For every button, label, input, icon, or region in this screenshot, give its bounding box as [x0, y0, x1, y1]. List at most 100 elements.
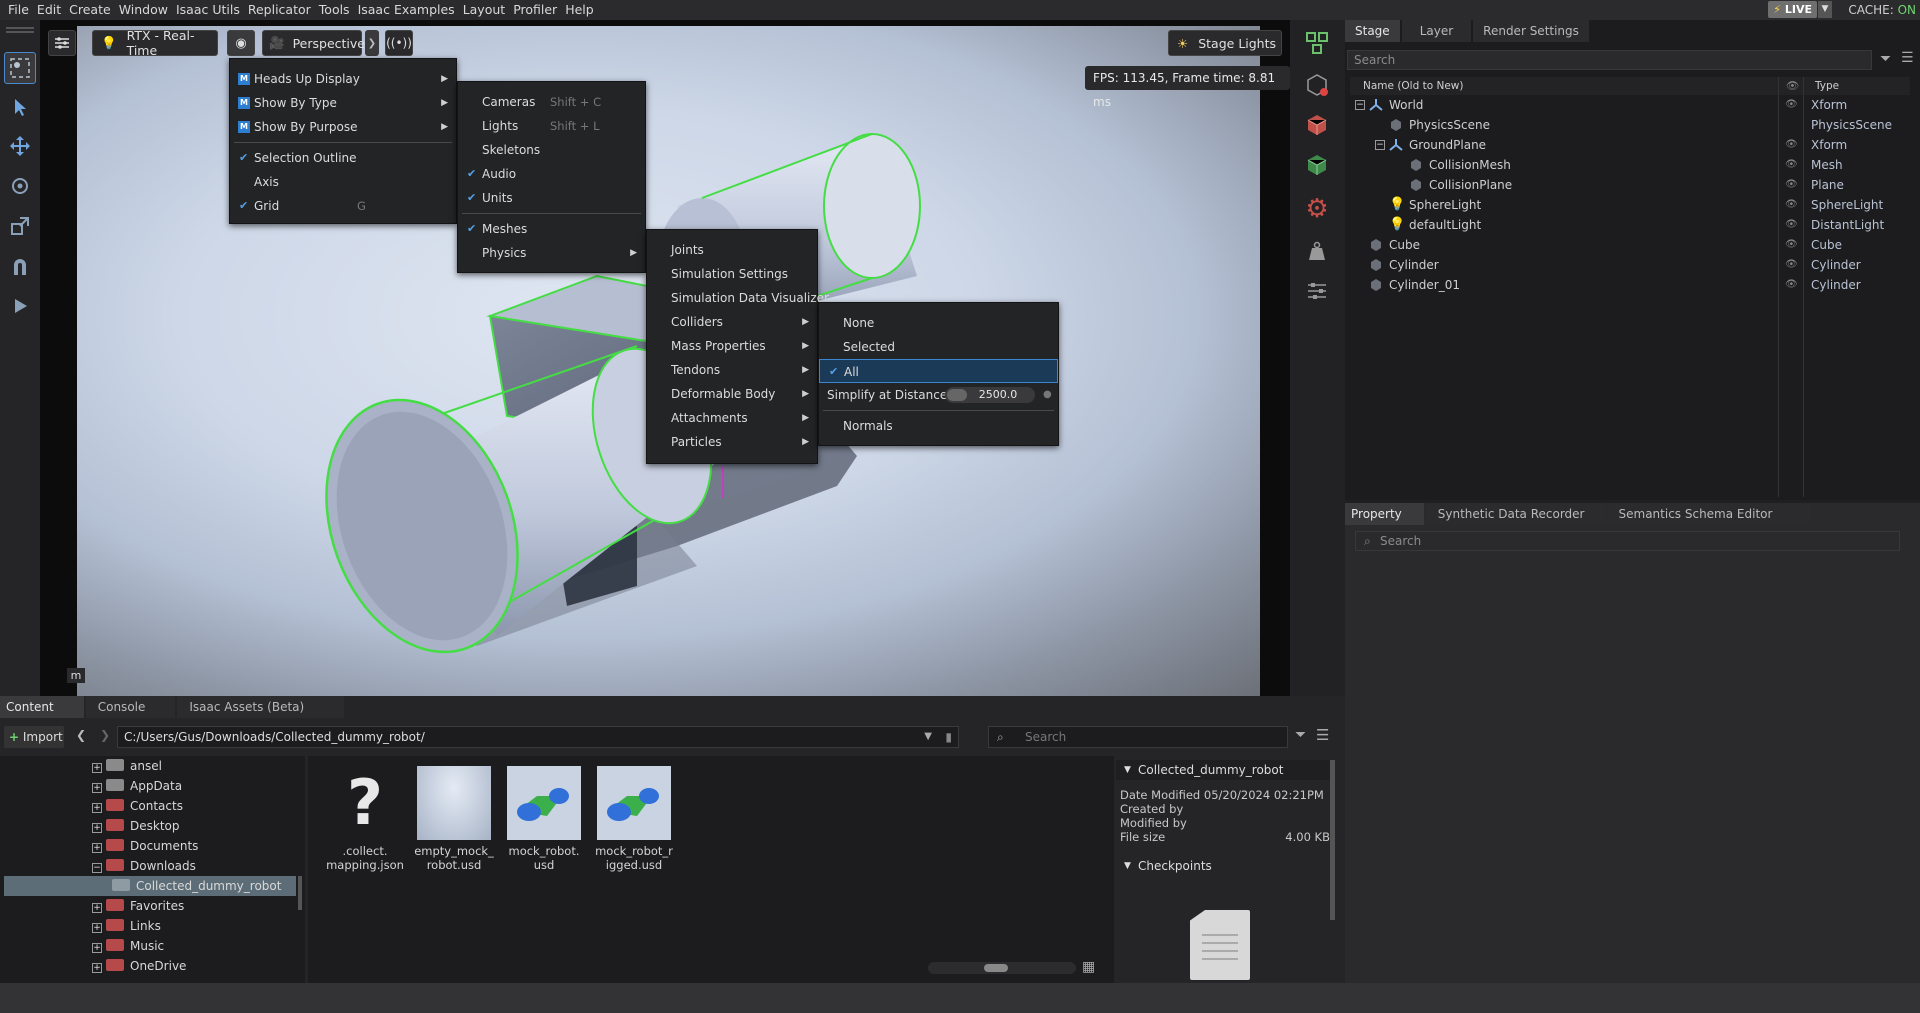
visibility-eye-icon[interactable]: 👁 [1785, 255, 1798, 275]
menu-item-audio[interactable]: ✔ Audio [458, 162, 645, 186]
file-mock-robot[interactable]: mock_robot. usd [504, 766, 584, 872]
bookmark-icon[interactable]: ▮ [945, 727, 952, 747]
expand-icon[interactable]: + [92, 963, 102, 973]
menu-item-physics[interactable]: Physics ▶ [458, 241, 645, 265]
menu-isaac-examples[interactable]: Isaac Examples [354, 0, 459, 20]
menu-tools[interactable]: Tools [315, 0, 354, 20]
file-empty-mock-robot[interactable]: empty_mock_ robot.usd [414, 766, 494, 872]
tab-stage[interactable]: Stage [1345, 20, 1400, 42]
stage-search-input[interactable]: Search [1347, 50, 1872, 70]
stage-row-cylinder-01[interactable]: Cylinder_01 👁 Cylinder [1345, 275, 1920, 295]
stage-row-defaultlight[interactable]: 💡 defaultLight 👁 DistantLight [1345, 215, 1920, 235]
menu-item-meshes[interactable]: ✔ Meshes [458, 217, 645, 241]
stage-lights-button[interactable]: ☀ Stage Lights [1168, 30, 1282, 56]
chevron-down-icon[interactable]: ▼ [1818, 1, 1832, 18]
tab-content[interactable]: Content [0, 696, 84, 718]
menu-create[interactable]: Create [65, 0, 115, 20]
gear-icon[interactable]: ⚙ [1302, 194, 1332, 224]
stage-row-spherelight[interactable]: 💡 SphereLight 👁 SphereLight [1345, 195, 1920, 215]
menu-item-grid[interactable]: ✔ Grid G [230, 194, 456, 218]
expand-arrow-icon[interactable]: ❯ [365, 30, 379, 56]
list-menu-icon[interactable]: ☰ [1316, 726, 1329, 744]
scale-tool-icon[interactable] [4, 210, 36, 242]
tab-layer[interactable]: Layer [1401, 20, 1472, 42]
thumbnail-size-slider[interactable] [928, 962, 1076, 974]
menu-item-skeletons[interactable]: Skeletons [458, 138, 645, 162]
expand-icon[interactable]: + [92, 843, 102, 853]
menu-item-tendons[interactable]: Tendons ▶ [647, 358, 817, 382]
menu-item-none[interactable]: None [819, 311, 1058, 335]
folder-desktop[interactable]: + Desktop [92, 816, 180, 836]
show-menu-button[interactable]: ◉ [227, 30, 255, 56]
path-field[interactable]: C:/Users/Gus/Downloads/Collected_dummy_r… [117, 726, 959, 748]
property-search-input[interactable]: ⌕ Search [1355, 531, 1900, 551]
filter-icon[interactable]: ⏷ [1295, 727, 1306, 743]
renderer-button[interactable]: 💡 RTX - Real-Time [92, 28, 218, 58]
menu-item-lights[interactable]: Lights Shift + L [458, 114, 645, 138]
expand-icon[interactable]: + [92, 763, 102, 773]
live-control[interactable]: ⚡ LIVE ▼ [1768, 1, 1832, 18]
stage-row-physicsscene[interactable]: PhysicsScene PhysicsScene [1345, 115, 1920, 135]
cube-red-icon[interactable] [1302, 110, 1332, 140]
folder-contacts[interactable]: + Contacts [92, 796, 183, 816]
menu-help[interactable]: Help [561, 0, 598, 20]
camera-button[interactable]: 🎥 Perspective [262, 30, 365, 56]
visibility-eye-icon[interactable]: 👁 [1785, 195, 1798, 215]
tab-synthetic-data-recorder[interactable]: Synthetic Data Recorder [1425, 503, 1605, 525]
collapse-icon[interactable]: − [1375, 140, 1385, 150]
menu-item-all[interactable]: ✔ All [819, 359, 1058, 383]
menu-item-selected[interactable]: Selected [819, 335, 1058, 359]
menu-item-deformable-body[interactable]: Deformable Body ▶ [647, 382, 817, 406]
filter-icon[interactable]: ⏷ [1880, 51, 1891, 67]
checkpoints-header[interactable]: ▼ Checkpoints [1116, 856, 1330, 876]
forward-arrow-icon[interactable]: ❯ [100, 728, 110, 742]
expand-icon[interactable]: + [92, 943, 102, 953]
reset-dot-icon[interactable]: ● [1043, 383, 1052, 407]
expand-icon[interactable]: + [92, 823, 102, 833]
stage-row-groundplane[interactable]: − GroundPlane 👁 Xform [1345, 135, 1920, 155]
chevron-down-icon[interactable]: ▼ [924, 727, 932, 747]
file-mock-robot-rigged[interactable]: mock_robot_r igged.usd [594, 766, 674, 872]
stage-row-collisionplane[interactable]: CollisionPlane 👁 Plane [1345, 175, 1920, 195]
stage-row-world[interactable]: − World 👁 Xform [1345, 95, 1920, 115]
simplify-slider[interactable]: 2500.0 [945, 387, 1035, 403]
collapse-icon[interactable]: − [1355, 100, 1365, 110]
menu-item-mass-properties[interactable]: Mass Properties ▶ [647, 334, 817, 358]
visibility-eye-icon[interactable]: 👁 [1785, 135, 1798, 155]
expand-icon[interactable]: + [92, 783, 102, 793]
stage-row-cube[interactable]: Cube 👁 Cube [1345, 235, 1920, 255]
folder-music[interactable]: + Music [92, 936, 164, 956]
menu-layout[interactable]: Layout [459, 0, 510, 20]
rotate-tool-icon[interactable] [4, 170, 36, 202]
cube-green-icon[interactable] [1302, 150, 1332, 180]
slider-handle[interactable] [984, 964, 1008, 972]
menu-item-axis[interactable]: Axis [230, 170, 456, 194]
grid-view-icon[interactable]: ▦ [1082, 959, 1095, 975]
menu-item-joints[interactable]: Joints [647, 238, 817, 262]
tab-semantics-schema-editor[interactable]: Semantics Schema Editor [1606, 503, 1811, 525]
visibility-eye-icon[interactable]: 👁 [1785, 275, 1798, 295]
folder-ansel[interactable]: + ansel [92, 756, 162, 776]
folder-collected-dummy-robot[interactable]: Collected_dummy_robot [4, 876, 296, 896]
transform-gizmo-icon[interactable] [1302, 28, 1332, 58]
info-scrollbar[interactable] [1330, 760, 1335, 920]
visibility-eye-icon[interactable]: 👁 [1785, 155, 1798, 175]
delete-prim-icon[interactable] [1302, 70, 1332, 100]
list-menu-icon[interactable]: ☰ [1901, 50, 1914, 66]
tab-render-settings[interactable]: Render Settings [1473, 20, 1589, 42]
menu-item-simulation-data-visualizer[interactable]: Simulation Data Visualizer [647, 286, 829, 310]
visibility-eye-icon[interactable]: 👁 [1785, 175, 1798, 195]
slider-handle[interactable] [947, 389, 967, 401]
menu-file[interactable]: File [0, 0, 33, 20]
menu-item-attachments[interactable]: Attachments ▶ [647, 406, 817, 430]
expand-icon[interactable]: + [92, 803, 102, 813]
col-name-header[interactable]: Name (Old to New) [1363, 77, 1463, 95]
col-type-header[interactable]: Type [1815, 77, 1839, 95]
visibility-eye-icon[interactable]: 👁 [1785, 215, 1798, 235]
menu-item-selection-outline[interactable]: ✔ Selection Outline [230, 146, 456, 170]
settings-sliders-icon[interactable] [1302, 276, 1332, 306]
folder-downloads[interactable]: − Downloads [92, 856, 196, 876]
select-mode-icon[interactable] [4, 52, 36, 84]
menu-item-units[interactable]: ✔ Units [458, 186, 645, 210]
folder-documents[interactable]: + Documents [92, 836, 198, 856]
